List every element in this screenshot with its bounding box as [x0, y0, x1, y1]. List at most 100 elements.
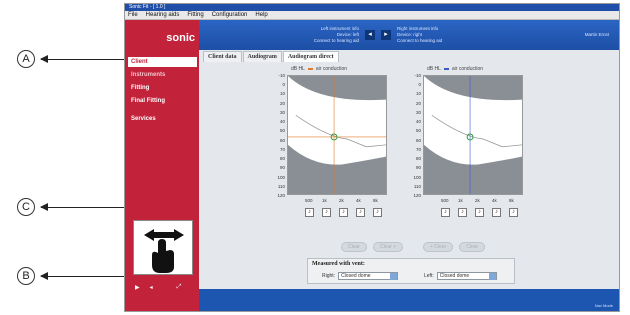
callout-b-arrow: [40, 271, 127, 280]
y-tick-label: 30: [279, 109, 285, 115]
plus-clear-button[interactable]: + Clear: [423, 242, 454, 252]
sidebar-item-final-fitting[interactable]: Final Fitting: [128, 96, 197, 106]
ear-icon[interactable]: ♪: [441, 208, 450, 217]
vent-right-field: Right: Closed dome: [322, 272, 399, 280]
x-tick-label: 500: [441, 198, 449, 203]
tab-client-data[interactable]: Client data: [203, 51, 242, 62]
audiogram-plot-right[interactable]: [287, 75, 387, 195]
audiogram-left[interactable]: dB HL air conduction -10 0 10 20 30 40 50 60 70 8…: [409, 66, 529, 217]
ear-icon[interactable]: ♪: [475, 208, 484, 217]
menu-configuration[interactable]: Configuration: [212, 11, 248, 19]
audiogram-plot-left[interactable]: [423, 75, 523, 195]
y-tick-label: 110: [413, 183, 421, 189]
y-tick-label: 70: [279, 146, 285, 152]
menu-bar: File Hearing aids Fitting Configuration …: [125, 11, 619, 20]
vent-right-select[interactable]: Closed dome: [338, 272, 399, 280]
y-tick-label: 0: [282, 82, 285, 88]
tab-audiogram[interactable]: Audiogram: [242, 51, 282, 62]
ear-icon[interactable]: ♪: [356, 208, 365, 217]
x-tick-label: 8k: [373, 198, 378, 203]
x-tick-label: 2k: [475, 198, 480, 203]
ear-icon[interactable]: ♪: [339, 208, 348, 217]
y-tick-label: 120: [413, 193, 421, 198]
ear-icon[interactable]: ♪: [373, 208, 382, 217]
sidebar: sonic Client Instruments Fitting Final F…: [125, 20, 199, 311]
y-tick-label: -10: [414, 73, 421, 78]
sidebar-controls: ▶ ◂ ⤢: [135, 284, 181, 291]
y-tick-label: -10: [278, 73, 285, 78]
vent-title: Measured with vent:: [312, 261, 365, 267]
ear-icon[interactable]: ♪: [492, 208, 501, 217]
right-instrument-info: Right instrument info Device: right Conn…: [397, 26, 443, 43]
app-window: Sonic Fit - [ 1.0 ] File Hearing aids Fi…: [124, 3, 620, 312]
callout-b: B: [17, 267, 127, 285]
y-tick-label: 50: [415, 128, 421, 134]
sidebar-item-instruments[interactable]: Instruments: [128, 70, 197, 80]
right-button-row: Clear Clear +: [341, 242, 404, 252]
sidebar-item-services[interactable]: Services: [128, 114, 197, 124]
y-tick-label: 20: [279, 100, 285, 106]
y-tick-label: 30: [415, 109, 421, 115]
callout-c-arrow: [40, 202, 127, 211]
main-content: Client data Audiogram Audiogram direct d…: [199, 50, 619, 289]
x-tick-label: 2k: [339, 198, 344, 203]
y-tick-label: 60: [415, 137, 421, 143]
chevron-down-icon: [390, 273, 398, 280]
y-tick-label: 90: [279, 165, 285, 171]
vent-left-select[interactable]: Closed dome: [436, 272, 497, 280]
menu-hearing-aids[interactable]: Hearing aids: [146, 11, 180, 19]
audiogram-right[interactable]: dB HL air conduction -10 0 10 20 30 40 50 60 70 8…: [273, 66, 393, 217]
x-tick-label: 1k: [322, 198, 327, 203]
left-instrument-info: Left instrument info Device: left Connec…: [313, 26, 359, 43]
vent-left-field: Left: Closed dome: [424, 272, 497, 280]
expand-icon[interactable]: ⤢: [177, 284, 182, 291]
y-tick-label: 110: [277, 183, 285, 189]
chart-legend: dB HL air conduction: [427, 66, 484, 72]
y-tick-label: 120: [277, 193, 285, 198]
clear-button[interactable]: Clear: [341, 242, 367, 252]
chart-legend: dB HL air conduction: [291, 66, 348, 72]
callout-c: C: [17, 198, 127, 216]
y-tick-label: 20: [415, 100, 421, 106]
tab-audiogram-direct[interactable]: Audiogram direct: [282, 51, 339, 62]
ear-icon[interactable]: ♪: [322, 208, 331, 217]
callout-c-label: C: [17, 198, 35, 216]
menu-file[interactable]: File: [128, 11, 138, 19]
previous-arrow-icon[interactable]: ◂: [365, 30, 375, 40]
ear-icon[interactable]: ♪: [509, 208, 518, 217]
y-tick-label: 10: [415, 91, 421, 97]
next-arrow-icon[interactable]: ▸: [381, 30, 391, 40]
menu-help[interactable]: Help: [255, 11, 267, 19]
callout-a-label: A: [17, 50, 35, 68]
brand-logo: sonic: [166, 32, 195, 44]
sidebar-item-client[interactable]: Client: [128, 57, 197, 67]
x-tick-label: 4k: [356, 198, 361, 203]
clear-plus-button[interactable]: Clear +: [372, 242, 404, 252]
step-icon[interactable]: ◂: [150, 284, 153, 291]
y-tick-label: 50: [279, 128, 285, 134]
y-tick-label: 40: [279, 119, 285, 125]
y-tick-label: 40: [415, 119, 421, 125]
x-tick-label: 4k: [492, 198, 497, 203]
callout-a-arrow: [40, 54, 127, 63]
play-icon[interactable]: ▶: [135, 284, 140, 291]
y-tick-label: 100: [413, 174, 421, 180]
menu-fitting[interactable]: Fitting: [187, 11, 203, 19]
x-tick-label: 8k: [509, 198, 514, 203]
vent-right-label: Right:: [322, 273, 336, 279]
y-tick-label: 80: [415, 156, 421, 162]
sidebar-item-fitting[interactable]: Fitting: [128, 83, 197, 93]
user-name: Martin Ernst: [584, 32, 609, 37]
y-tick-label: 100: [277, 174, 285, 180]
ear-icon[interactable]: ♪: [305, 208, 314, 217]
y-tick-label: 70: [415, 146, 421, 152]
tab-bar: Client data Audiogram Audiogram direct: [199, 50, 619, 62]
hand-swipe-icon: [144, 229, 184, 273]
status-bar: Nav Mode: [199, 289, 619, 311]
vent-left-label: Left:: [424, 273, 434, 279]
y-tick-label: 0: [418, 82, 421, 88]
clear-button-left[interactable]: Clear: [459, 242, 486, 252]
touch-gesture-panel[interactable]: [133, 220, 193, 275]
ear-icon[interactable]: ♪: [458, 208, 467, 217]
callout-b-label: B: [17, 267, 35, 285]
